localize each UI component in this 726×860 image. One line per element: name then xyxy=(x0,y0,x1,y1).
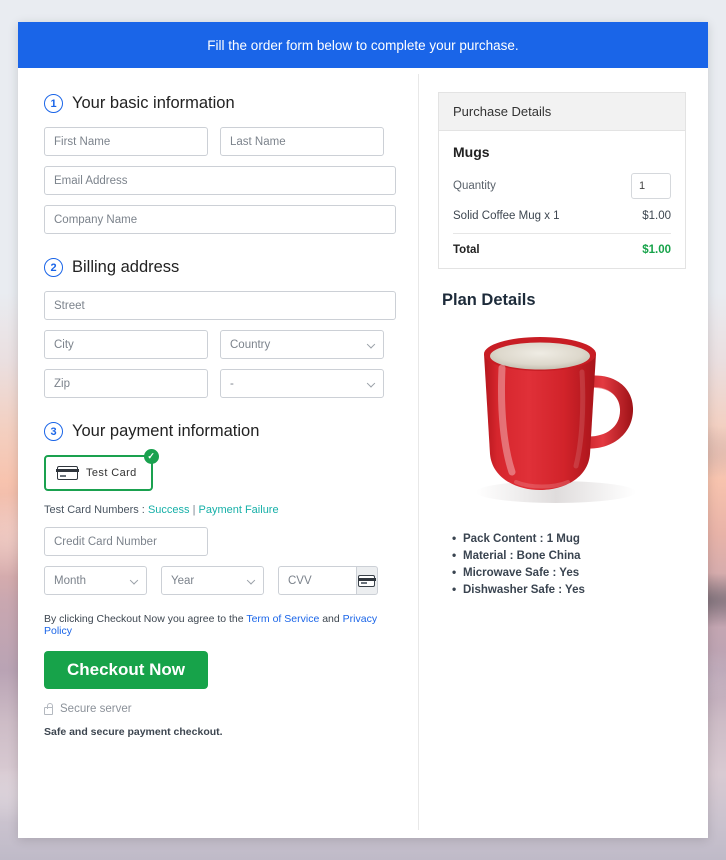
month-select[interactable] xyxy=(44,566,147,595)
body-columns: 1 Your basic information 2 Billing addr xyxy=(18,68,708,838)
month-select-wrapper[interactable] xyxy=(44,566,147,595)
product-image-wrapper xyxy=(438,316,686,521)
credit-card-icon xyxy=(357,574,376,587)
city-country-row xyxy=(44,330,396,359)
terms-agreement-line: By clicking Checkout Now you agree to th… xyxy=(44,613,396,637)
summary-column: Purchase Details Mugs Quantity Solid Cof… xyxy=(419,68,708,838)
secure-server-label: Secure server xyxy=(60,703,132,715)
line-item-price: $1.00 xyxy=(642,210,671,222)
section-billing-header: 2 Billing address xyxy=(44,258,396,277)
email-row xyxy=(44,166,396,195)
city-input[interactable] xyxy=(44,330,208,359)
total-amount: $1.00 xyxy=(642,244,671,256)
credit-card-icon xyxy=(56,466,79,480)
section-basic-header: 1 Your basic information xyxy=(44,94,396,113)
year-select[interactable] xyxy=(161,566,264,595)
section-payment-title: Your payment information xyxy=(72,422,260,440)
country-select[interactable] xyxy=(220,330,384,359)
coffee-mug-image xyxy=(476,337,636,503)
term-of-service-link[interactable]: Term of Service xyxy=(246,613,319,625)
product-name: Mugs xyxy=(453,144,490,160)
plan-feature-list: Pack Content : 1 Mug Material : Bone Chi… xyxy=(438,530,686,599)
section-payment-information: 3 Your payment information Test Card ✓ T… xyxy=(44,422,396,738)
link-separator: | xyxy=(192,504,196,516)
test-card-option[interactable]: Test Card ✓ xyxy=(44,449,159,491)
section-billing-address: 2 Billing address xyxy=(44,258,396,398)
first-name-input[interactable] xyxy=(44,127,208,156)
section-payment-header: 3 Your payment information xyxy=(44,422,396,441)
line-item-label: Solid Coffee Mug x 1 xyxy=(453,210,560,222)
purchase-details-heading: Purchase Details xyxy=(439,93,685,131)
section-basic-title: Your basic information xyxy=(72,94,235,112)
country-select-wrapper[interactable] xyxy=(220,330,384,359)
cvv-input[interactable] xyxy=(278,566,356,595)
quantity-row: Quantity xyxy=(453,173,671,199)
list-item: Dishwasher Safe : Yes xyxy=(452,581,686,599)
purchase-details-panel: Purchase Details Mugs Quantity Solid Cof… xyxy=(438,92,686,269)
street-input[interactable] xyxy=(44,291,396,320)
test-card-label: Test Card xyxy=(86,467,137,479)
step-number-3: 3 xyxy=(44,422,63,441)
safe-checkout-note: Safe and secure payment checkout. xyxy=(44,726,223,738)
banner-text: Fill the order form below to complete yo… xyxy=(207,37,519,53)
step-number-2: 2 xyxy=(44,258,63,277)
success-link[interactable]: Success xyxy=(148,504,190,516)
section-basic-information: 1 Your basic information xyxy=(44,94,396,234)
zip-state-row xyxy=(44,369,396,398)
check-badge-icon: ✓ xyxy=(143,449,159,464)
lock-icon xyxy=(44,702,53,715)
terms-prefix: By clicking Checkout Now you agree to th… xyxy=(44,613,244,625)
section-billing-title: Billing address xyxy=(72,258,180,276)
total-row: Total $1.00 xyxy=(453,233,671,256)
step-number-1: 1 xyxy=(44,94,63,113)
company-name-input[interactable] xyxy=(44,205,396,234)
expiry-cvv-row xyxy=(44,566,396,595)
quantity-label: Quantity xyxy=(453,180,496,192)
credit-card-row xyxy=(44,527,396,556)
secure-server-row: Secure server xyxy=(44,702,396,715)
order-form-column: 1 Your basic information 2 Billing addr xyxy=(18,68,418,838)
test-numbers-prefix: Test Card Numbers : xyxy=(44,504,145,516)
last-name-input[interactable] xyxy=(220,127,384,156)
year-select-wrapper[interactable] xyxy=(161,566,264,595)
test-card-numbers-line: Test Card Numbers : Success | Payment Fa… xyxy=(44,504,396,516)
total-label: Total xyxy=(453,244,480,256)
state-select-wrapper[interactable] xyxy=(220,369,384,398)
checkout-now-button[interactable]: Checkout Now xyxy=(44,651,208,689)
quantity-input[interactable] xyxy=(631,173,671,199)
list-item: Pack Content : 1 Mug xyxy=(452,530,686,548)
email-input[interactable] xyxy=(44,166,396,195)
list-item: Material : Bone China xyxy=(452,547,686,565)
checkout-card: Fill the order form below to complete yo… xyxy=(18,22,708,838)
cvv-card-icon-button[interactable] xyxy=(355,566,378,595)
banner: Fill the order form below to complete yo… xyxy=(18,22,708,68)
zip-input[interactable] xyxy=(44,369,208,398)
terms-and: and xyxy=(322,613,340,625)
plan-details-title: Plan Details xyxy=(442,291,536,309)
payment-failure-link[interactable]: Payment Failure xyxy=(199,504,279,516)
street-row xyxy=(44,291,396,320)
company-row xyxy=(44,205,396,234)
list-item: Microwave Safe : Yes xyxy=(452,564,686,582)
cvv-group xyxy=(278,566,378,595)
credit-card-number-input[interactable] xyxy=(44,527,208,556)
name-row xyxy=(44,127,396,156)
line-item-row: Solid Coffee Mug x 1 $1.00 xyxy=(453,210,671,233)
state-select[interactable] xyxy=(220,369,384,398)
purchase-details-body: Mugs Quantity Solid Coffee Mug x 1 $1.00… xyxy=(439,131,685,268)
